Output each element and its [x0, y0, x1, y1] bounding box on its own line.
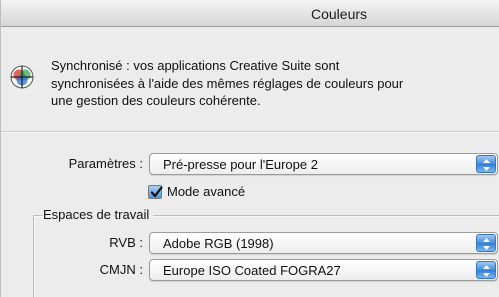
sync-line: synchronisées à l'aide des mêmes réglage… [51, 75, 404, 91]
popup-arrows-icon [476, 261, 496, 279]
settings-popup[interactable]: Pré-presse pour l'Europe 2 [149, 153, 498, 175]
settings-value: Pré-presse pour l'Europe 2 [163, 157, 318, 172]
sync-line: une gestion des couleurs cohérente. [51, 93, 261, 108]
divider-highlight [1, 132, 499, 133]
checkmark-icon [150, 186, 163, 198]
window-title: Couleurs [310, 6, 368, 22]
advanced-mode-checkbox[interactable] [148, 185, 163, 199]
cmyk-popup[interactable]: Europe ISO Coated FOGRA27 [149, 259, 498, 281]
color-wheel-icon [10, 65, 34, 89]
rgb-popup[interactable]: Adobe RGB (1998) [149, 232, 498, 254]
title-bar[interactable]: Couleurs [1, 0, 499, 27]
popup-arrows-icon [476, 155, 496, 173]
sync-line: Synchronisé : vos applications Creative … [51, 58, 340, 73]
group-border-highlight [34, 216, 35, 297]
cmyk-value: Europe ISO Coated FOGRA27 [163, 263, 341, 278]
advanced-mode-label[interactable]: Mode avancé [167, 184, 245, 199]
sync-status-message: Synchronisé : vos applications Creative … [51, 57, 496, 110]
settings-label: Paramètres : [68, 156, 143, 171]
working-spaces-title: Espaces de travail [43, 207, 154, 222]
color-settings-window: Couleurs Synchronisé : vos applications … [0, 0, 499, 297]
rgb-label: RVB : [109, 235, 143, 250]
cmyk-label: CMJN : [99, 262, 143, 277]
popup-arrows-icon [476, 234, 496, 252]
rgb-value: Adobe RGB (1998) [163, 236, 274, 251]
